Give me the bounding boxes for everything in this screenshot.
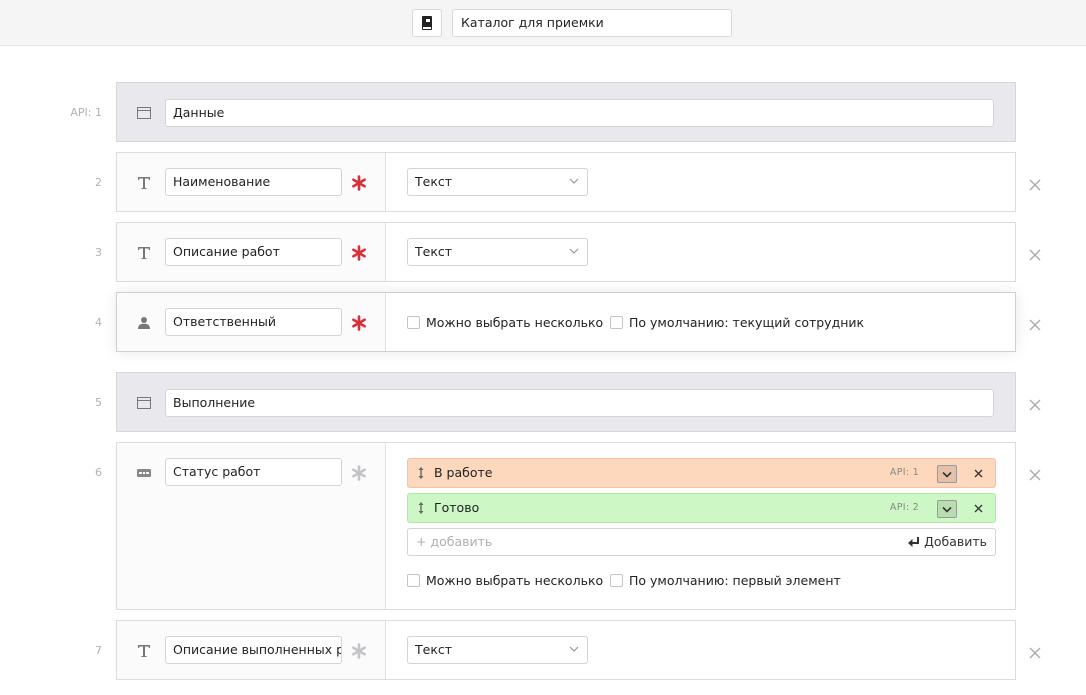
- field-row-3: Описание работ Текст: [116, 222, 1016, 282]
- remove-option-icon[interactable]: [974, 469, 983, 478]
- section-icon: [137, 397, 151, 409]
- required-asterisk-icon[interactable]: [351, 175, 367, 191]
- field-row-7: Описание выполненных работ Текст: [116, 620, 1016, 680]
- row-1-api-label: API: 1: [70, 106, 102, 119]
- field-row-1: Данные: [116, 82, 1016, 142]
- option-menu-button[interactable]: [937, 465, 957, 483]
- required-asterisk-icon[interactable]: [351, 643, 367, 659]
- list-type-icon: [137, 469, 151, 477]
- chevron-down-icon: [569, 178, 579, 184]
- field-name-input[interactable]: Описание выполненных работ: [165, 636, 342, 664]
- row-3-number: 3: [95, 246, 102, 259]
- list-option-row[interactable]: Готово API: 2: [407, 493, 996, 523]
- field-name-input[interactable]: Статус работ: [165, 458, 342, 486]
- checkbox-label: Можно выбрать несколько: [426, 573, 604, 588]
- delete-field-icon[interactable]: [1028, 468, 1042, 482]
- user-icon: [138, 317, 150, 329]
- enter-return-icon: [908, 536, 920, 547]
- text-type-icon: [138, 645, 150, 657]
- checkbox-box[interactable]: [407, 574, 420, 587]
- add-option-button[interactable]: Добавить: [908, 529, 987, 555]
- delete-field-icon[interactable]: [1028, 398, 1042, 412]
- add-option-label: Добавить: [924, 534, 987, 549]
- catalog-icon-button[interactable]: [412, 9, 442, 37]
- chevron-down-icon: [569, 248, 579, 254]
- multiple-select-checkbox[interactable]: Можно выбрать несколько: [407, 573, 603, 588]
- checkbox-box[interactable]: [610, 574, 623, 587]
- chevron-down-icon: [942, 506, 952, 513]
- section-name-input[interactable]: Выполнение: [165, 389, 994, 417]
- row-2-number: 2: [95, 176, 102, 189]
- multiple-select-checkbox[interactable]: Можно выбрать несколько: [407, 315, 603, 330]
- required-asterisk-icon[interactable]: [351, 465, 367, 481]
- field-name-input[interactable]: Описание работ: [165, 238, 342, 266]
- row-4-number: 4: [95, 316, 102, 329]
- text-type-icon: [138, 247, 150, 259]
- field-type-value: Текст: [415, 244, 453, 259]
- option-label[interactable]: В работе: [434, 459, 492, 487]
- option-menu-button[interactable]: [937, 500, 957, 518]
- delete-field-icon[interactable]: [1028, 248, 1042, 262]
- checkbox-label: Можно выбрать несколько: [426, 315, 604, 330]
- section-icon: [137, 107, 151, 119]
- field-row-4: Ответственный Можно выбрать несколько По…: [116, 292, 1016, 352]
- catalog-name-input[interactable]: Каталог для приемки: [452, 9, 732, 37]
- text-type-icon: [138, 177, 150, 189]
- checkbox-box[interactable]: [610, 316, 623, 329]
- chevron-down-icon: [569, 646, 579, 652]
- required-asterisk-icon[interactable]: [351, 245, 367, 261]
- remove-option-icon[interactable]: [974, 504, 983, 513]
- option-api-label: API: 1: [889, 467, 919, 478]
- checkbox-label: По умолчанию: первый элемент: [629, 573, 841, 588]
- field-type-select[interactable]: Текст: [407, 168, 588, 196]
- field-type-select[interactable]: Текст: [407, 238, 588, 266]
- required-asterisk-icon[interactable]: [351, 315, 367, 331]
- delete-field-icon[interactable]: [1028, 318, 1042, 332]
- row-5-number: 5: [95, 396, 102, 409]
- default-current-user-checkbox[interactable]: По умолчанию: текущий сотрудник: [610, 315, 864, 330]
- new-option-placeholder: + добавить: [416, 534, 493, 549]
- option-label[interactable]: Готово: [434, 494, 479, 522]
- new-option-input[interactable]: + добавить Добавить: [407, 528, 996, 556]
- default-first-item-checkbox[interactable]: По умолчанию: первый элемент: [610, 573, 841, 588]
- top-bar: Каталог для приемки: [0, 0, 1086, 46]
- checkbox-box[interactable]: [407, 316, 420, 329]
- drag-handle-icon[interactable]: [418, 467, 424, 479]
- delete-field-icon[interactable]: [1028, 178, 1042, 192]
- list-option-row[interactable]: В работе API: 1: [407, 458, 996, 488]
- checkbox-label: По умолчанию: текущий сотрудник: [629, 315, 865, 330]
- drag-handle-icon[interactable]: [418, 502, 424, 514]
- field-row-5: Выполнение: [116, 372, 1016, 432]
- chevron-down-icon: [942, 471, 952, 478]
- field-name-input[interactable]: Ответственный: [165, 308, 342, 336]
- field-type-select[interactable]: Текст: [407, 636, 588, 664]
- field-row-2: Наименование Текст: [116, 152, 1016, 212]
- field-type-value: Текст: [415, 642, 453, 657]
- field-type-value: Текст: [415, 174, 453, 189]
- field-row-6: Статус работ В работе API: 1 Готово API:…: [116, 442, 1016, 610]
- option-api-label: API: 2: [889, 502, 919, 513]
- field-name-input[interactable]: Наименование: [165, 168, 342, 196]
- row-6-number: 6: [95, 466, 102, 479]
- row-7-number: 7: [95, 644, 102, 657]
- section-name-input[interactable]: Данные: [165, 99, 994, 127]
- book-icon: [422, 16, 432, 30]
- delete-field-icon[interactable]: [1028, 646, 1042, 660]
